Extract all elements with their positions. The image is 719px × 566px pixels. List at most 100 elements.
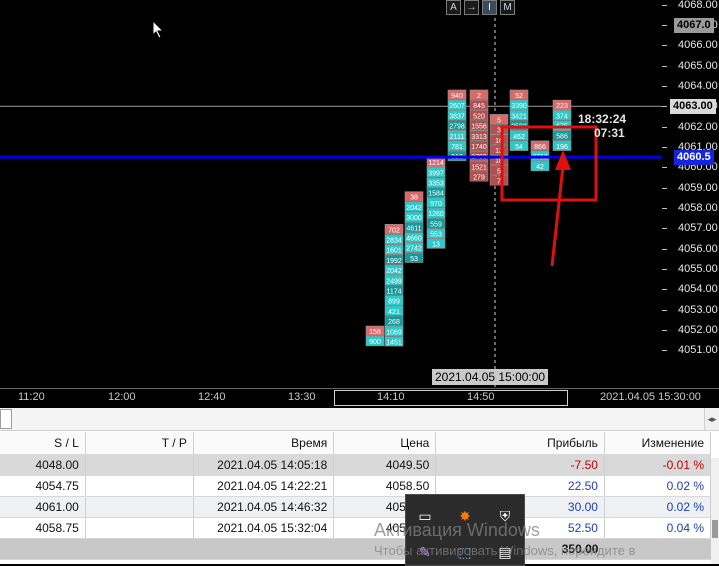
price-tick [662,309,667,311]
footprint-cell-value: 781 [451,144,463,151]
price-axis[interactable]: 4068.004067.004066.004065.004064.004063.… [662,0,719,366]
footprint-chart[interactable]: 1589007022834160119922042249911748994212… [0,0,662,388]
tray-popup: ▭ ✸ ⛨ ✎ ⬚ ▤ [405,494,525,566]
footprint-cell-value: 3000 [406,215,422,222]
footprint-cell-value: 1260 [428,211,444,218]
table-row[interactable]: 4054.75 2021.04.05 14:22:21 4058.50 22.5… [0,475,712,497]
footprint-cell-value: 53 [410,256,418,263]
current-price-tag: 4067.0 [674,17,714,33]
annotation-arrow-line[interactable] [550,165,565,267]
screenshot-icon[interactable]: ⬚ [456,543,474,561]
tab-scroll-arrows-icon[interactable]: ◂▸ [704,408,719,430]
price-tick-label: 4068.00 [678,0,718,11]
price-tick [662,106,667,108]
footprint-cell-value: 900 [369,339,381,346]
cell-change: 0.02 % [604,475,712,497]
timer-countdown: 07:31 [594,126,625,140]
price-tick-label: 4057.00 [678,222,718,235]
col-header-profit[interactable]: Прибыль [435,432,605,455]
chart-tool-button[interactable]: A [446,0,461,15]
footprint-cell-value: 421 [388,309,400,316]
price-tick-label: 4058.00 [678,202,718,214]
order-price-tag: 4060.5 [674,150,714,166]
footprint-cell-value: 2607 [449,103,465,110]
col-header-tp[interactable]: T / P [85,432,194,455]
time-range-selector[interactable] [334,390,568,406]
crosshair-time-label: 2021.04.05 15:00:00 [432,369,549,385]
cell-sl: 4058.75 [0,517,86,539]
footprint-cell-value: 1214 [428,160,444,167]
footprint-cell-value: 2798 [449,124,465,131]
timer-clock: 18:32:24 [578,112,627,126]
time-axis[interactable]: 2021.04.05 15:30:00 11:20 12:00 12:40 13:30… [0,388,719,409]
footprint-cell-value: 520 [473,113,485,120]
mouse-cursor-icon [152,20,165,39]
price-tick [662,167,667,169]
price-tick [662,289,667,291]
col-header-sl[interactable]: S / L [0,432,86,455]
shield-warning-icon[interactable]: ⛨ [496,507,514,525]
chart-tool-buttons: A → I M [446,0,515,15]
table-scrollbar[interactable] [711,458,719,564]
chart-tool-button[interactable]: M [500,0,515,15]
col-header-price[interactable]: Цена [333,432,437,455]
price-tick-label: 4064.00 [678,79,718,92]
time-tick-label: 14:50 [467,391,495,403]
table-row[interactable]: 4061.00 2021.04.05 14:46:32 4058.50 30.0… [0,496,712,518]
pen-icon[interactable]: ✎ [416,543,434,561]
time-tick-label: 12:40 [198,391,226,403]
chart-tool-button[interactable]: I [482,0,497,15]
footprint-cell-value: 5 [497,117,501,124]
panel-tab[interactable] [0,409,12,429]
price-tick [662,45,667,47]
footprint-cell-value: 42 [536,164,544,171]
footprint-cell-value: 970 [430,201,442,208]
cell-time: 2021.04.05 14:46:32 [193,496,335,518]
price-tick [662,4,667,6]
price-tick [662,65,667,67]
footprint-cell-value: 2042 [406,205,422,212]
footprint-cell-value: 462 [513,134,525,141]
price-tick [662,85,667,87]
footprint-cell-value: 3390 [511,103,527,110]
cell-tp [85,496,194,518]
window-icon[interactable]: ▤ [496,543,514,561]
footprint-cell-value: 1740 [471,144,487,151]
chart-tool-button[interactable]: → [464,0,479,15]
orders-panel: ◂▸ S / L T / P Время Цена Прибыль Измене… [0,408,719,564]
footprint-cell-value: 268 [388,319,400,326]
footprint-cell-value: 3313 [471,134,487,141]
avast-icon[interactable]: ✸ [456,507,474,525]
footprint-cell-value: 899 [388,299,400,306]
footprint-cell-value: 3421 [511,113,527,120]
time-tick-label: 11:20 [18,391,45,403]
cell-change: 0.02 % [604,496,712,518]
footprint-cell-value: 196 [556,144,568,151]
footprint-cell-value: 1451 [386,339,402,346]
chart-area[interactable]: 158 900 702 2834 1601 1992 2042 2499 1174 899 421 2… [0,0,719,388]
footprint-cell-value: 374 [556,113,568,120]
footprint-cell-value: 1069 [386,329,402,336]
footprint-cell-value: 54 [515,144,523,151]
col-header-change[interactable]: Изменение [604,432,712,455]
price-tick-label: 4054.00 [678,283,718,296]
table-row[interactable]: 4048.00 2021.04.05 14:05:18 4049.50 -7.5… [0,454,712,476]
footprint-cell-value: 940 [451,93,463,100]
footprint-cell-value: 3 [497,128,501,135]
cell-sl: 4061.00 [0,496,86,518]
table-row[interactable]: 4058.75 2021.04.05 15:32:04 4058.50 52.5… [0,517,712,539]
col-header-time[interactable]: Время [193,432,335,455]
footprint-cell-value: 5 [497,168,501,175]
cell-sl: 4048.00 [0,454,86,476]
battery-icon[interactable]: ▭ [416,507,434,525]
panel-tabbar: ◂▸ [0,408,719,431]
footprint-cell-value: 845 [473,103,485,110]
footprint-cell-value: 702 [388,227,400,234]
footprint-cell-value: 553 [430,232,442,239]
footprint-cell-value: 158 [369,329,381,336]
footprint-cell-value: 2 [477,93,481,100]
total-row: 350.00 [0,538,711,560]
time-tick-label: 13:30 [288,391,316,403]
scrollbar-thumb[interactable] [712,520,718,538]
price-tick-label: 4053.00 [678,303,718,316]
